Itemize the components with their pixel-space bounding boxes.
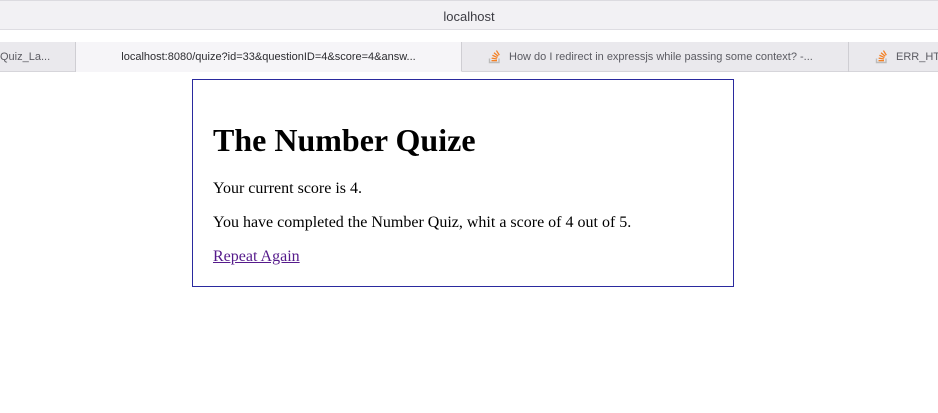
browser-tab-bar: Quiz_La... localhost:8080/quize?id=33&qu… <box>0 42 938 72</box>
tab-quiz[interactable]: Quiz_La... <box>0 42 76 72</box>
page-content: The Number Quize Your current score is 4… <box>0 72 938 413</box>
browser-top-bar: localhost <box>0 0 938 30</box>
tab-stackoverflow-redirect[interactable]: How do I redirect in expressjs while pas… <box>462 42 849 72</box>
tab-stackoverflow-err[interactable]: ERR_HT <box>849 42 938 72</box>
address-bar[interactable]: localhost <box>0 9 938 24</box>
completion-text: You have completed the Number Quiz, whit… <box>213 214 632 231</box>
tab-label: ERR_HT <box>896 51 938 63</box>
stackoverflow-icon <box>488 50 502 64</box>
quiz-result-box: The Number Quize Your current score is 4… <box>192 79 734 287</box>
stackoverflow-icon <box>875 50 889 64</box>
page-title: The Number Quize <box>213 122 476 158</box>
tab-localhost-quiz[interactable]: localhost:8080/quize?id=33&questionID=4&… <box>76 42 462 72</box>
tab-label: localhost:8080/quize?id=33&questionID=4&… <box>121 50 416 63</box>
repeat-again-link[interactable]: Repeat Again <box>213 247 300 267</box>
current-score-text: Your current score is 4. <box>213 180 363 197</box>
tab-label: Quiz_La... <box>0 51 51 63</box>
tab-label: How do I redirect in expressjs while pas… <box>509 51 813 63</box>
